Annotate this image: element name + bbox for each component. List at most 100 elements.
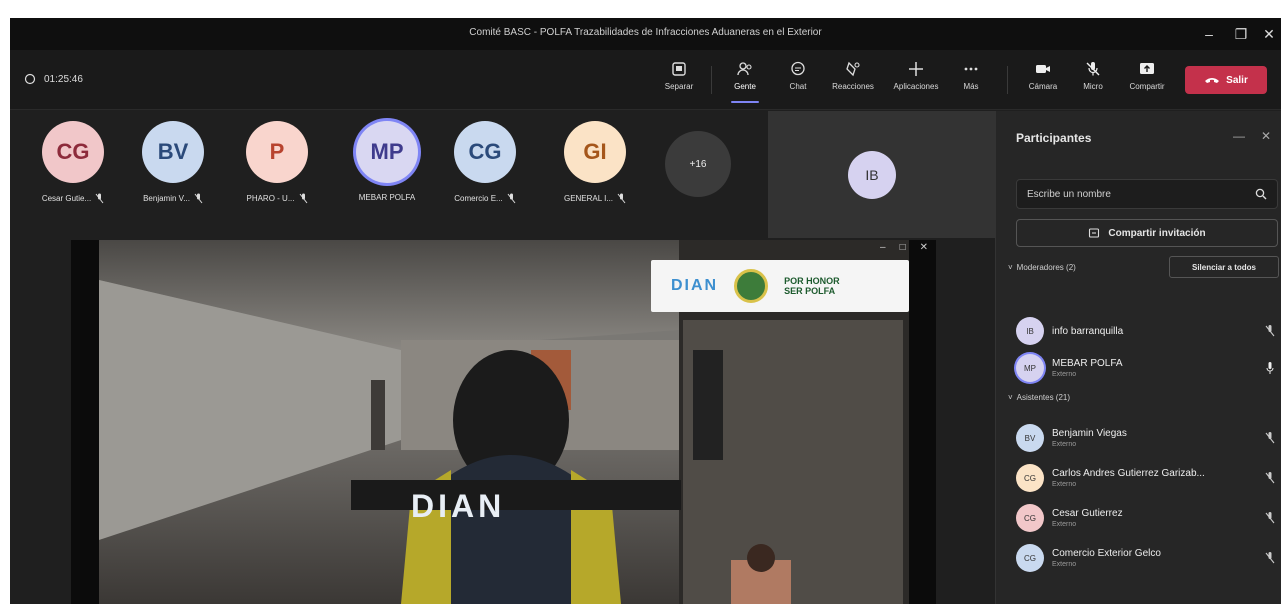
- dian-logo-banner: DIAN POR HONOR SER POLFA: [651, 260, 909, 312]
- meeting-toolbar: 01:25:46 Separar Gente Chat Reacciones A…: [10, 50, 1281, 110]
- avatar: MP: [1016, 354, 1044, 382]
- avatar: P: [246, 121, 308, 183]
- minimize-icon[interactable]: –: [1198, 23, 1220, 45]
- honor-motto: POR HONOR: [784, 276, 840, 286]
- mic-button[interactable]: Micro: [1067, 59, 1119, 103]
- participant-strip: CG Cesar Gutie... BV Benjamin V... P PHA…: [10, 111, 768, 238]
- participants-panel: Participantes — ✕ Escribe un nombre Comp…: [995, 111, 1281, 604]
- avatar: CG: [42, 121, 104, 183]
- close-icon[interactable]: ✕: [1258, 23, 1280, 45]
- leave-button[interactable]: Salir: [1185, 66, 1267, 94]
- participant-name: MEBAR POLFA: [1052, 358, 1123, 369]
- avatar: CG: [454, 121, 516, 183]
- participant-name: info barranquilla: [1052, 325, 1124, 337]
- participant-row[interactable]: CG Carlos Andres Gutierrez Garizab... Ext…: [1016, 463, 1276, 493]
- participant-row[interactable]: IB info barranquilla: [1016, 316, 1276, 346]
- shield-icon: [24, 73, 36, 85]
- avatar: CG: [1016, 544, 1044, 572]
- participant-text: Benjamin Viegas Externo: [1052, 428, 1264, 448]
- participant-name: Comercio Exterior Gelco: [1052, 548, 1161, 559]
- search-input[interactable]: Escribe un nombre: [1016, 179, 1278, 209]
- people-button[interactable]: Gente: [719, 59, 771, 103]
- participant-subtitle: Externo: [1052, 561, 1077, 568]
- dian-logo: DIAN: [671, 277, 719, 294]
- featured-participant-tile[interactable]: IB: [768, 111, 995, 238]
- participant-text: MEBAR POLFA Externo: [1052, 358, 1264, 378]
- participant-subtitle: Externo: [1052, 521, 1077, 528]
- participant-tile[interactable]: BV Benjamin V...: [128, 121, 218, 204]
- search-icon: [1255, 188, 1267, 200]
- video-stage: – □ ✕ DIAN POR HONOR SER POLFA DIAN: [10, 238, 995, 604]
- avatar: CG: [1016, 464, 1044, 492]
- participant-name: Carlos Andres Gutierrez Garizab...: [1052, 468, 1205, 479]
- participant-row[interactable]: BV Benjamin Viegas Externo: [1016, 423, 1276, 453]
- toolbar-divider: [711, 66, 712, 94]
- close-icon[interactable]: ✕: [920, 242, 928, 253]
- chevron-down-icon: ˅: [1008, 393, 1013, 402]
- chat-button[interactable]: Chat: [772, 59, 824, 103]
- mic-label: Micro: [1083, 82, 1103, 91]
- avatar: IB: [848, 151, 896, 199]
- mute-all-button[interactable]: Silenciar a todos: [1169, 256, 1279, 278]
- pip-controls: – □ ✕: [880, 242, 928, 253]
- participant-text: Comercio Exterior Gelco Externo: [1052, 548, 1264, 568]
- mic-off-icon: [1265, 325, 1275, 337]
- honor-text: POR HONOR SER POLFA: [784, 276, 840, 296]
- apps-button[interactable]: Aplicaciones: [890, 59, 942, 103]
- participant-row[interactable]: CG Comercio Exterior Gelco Externo: [1016, 543, 1276, 573]
- participant-text: info barranquilla: [1052, 326, 1264, 337]
- mic-off-icon: [1265, 552, 1275, 564]
- honor-unit: SER POLFA: [784, 286, 836, 296]
- separate-button[interactable]: Separar: [653, 59, 705, 103]
- more-participants-button[interactable]: +16: [665, 131, 731, 197]
- collapse-icon[interactable]: —: [1233, 129, 1245, 143]
- shared-video[interactable]: – □ ✕ DIAN POR HONOR SER POLFA DIAN: [71, 240, 936, 604]
- close-icon[interactable]: ✕: [1261, 129, 1271, 143]
- share-button[interactable]: Compartir: [1121, 59, 1173, 103]
- participant-name-row: Comercio E...: [440, 193, 530, 204]
- avatar: CG: [1016, 504, 1044, 532]
- participant-tile[interactable]: CG Comercio E...: [440, 121, 530, 204]
- participant-tile[interactable]: CG Cesar Gutie...: [28, 121, 118, 204]
- share-invite-button[interactable]: Compartir invitación: [1016, 219, 1278, 247]
- participant-name: Benjamin Viegas: [1052, 428, 1127, 439]
- participant-name-row: PHARO - U...: [232, 193, 322, 204]
- avatar: IB: [1016, 317, 1044, 345]
- ellipsis-icon: [964, 67, 978, 71]
- participant-tile[interactable]: MP MEBAR POLFA: [342, 121, 432, 202]
- camera-icon: [1036, 65, 1050, 73]
- mic-off-icon: [95, 193, 104, 204]
- reactions-button[interactable]: Reacciones: [827, 59, 879, 103]
- more-button[interactable]: Más: [945, 59, 997, 103]
- participant-subtitle: Externo: [1052, 371, 1077, 378]
- participant-name-row: MEBAR POLFA: [342, 193, 432, 202]
- chat-icon: [791, 61, 805, 76]
- mic-off-icon: [1265, 472, 1275, 484]
- participant-subtitle: Externo: [1052, 441, 1077, 448]
- invite-icon: [1089, 228, 1100, 238]
- maximize-icon[interactable]: □: [900, 242, 906, 253]
- moderators-section-header[interactable]: ˅ Moderadores (2): [1008, 263, 1076, 272]
- participant-name: Comercio E...: [454, 194, 503, 203]
- people-icon: [737, 62, 752, 76]
- avatar: GI: [564, 121, 626, 183]
- camera-button[interactable]: Cámara: [1017, 59, 1069, 103]
- plus-icon: [909, 62, 923, 76]
- participant-name: Benjamin V...: [143, 194, 190, 203]
- participant-row[interactable]: MP MEBAR POLFA Externo: [1016, 353, 1276, 383]
- participant-name: Cesar Gutie...: [41, 194, 92, 203]
- participant-tile[interactable]: P PHARO - U...: [232, 121, 322, 204]
- minimize-icon[interactable]: –: [880, 242, 886, 253]
- participant-name-row: Benjamin V...: [128, 193, 218, 204]
- toolbar-divider: [1007, 66, 1008, 94]
- attendees-label: Asistentes (21): [1016, 393, 1071, 402]
- participant-name: Cesar Gutierrez: [1052, 508, 1123, 519]
- restore-icon[interactable]: ❐: [1230, 23, 1252, 45]
- participant-subtitle: Externo: [1052, 481, 1077, 488]
- mic-off-icon: [299, 193, 307, 204]
- attendees-section-header[interactable]: ˅ Asistentes (21): [1008, 393, 1070, 402]
- mic-off-icon: [617, 193, 626, 204]
- participant-row[interactable]: CG Cesar Gutierrez Externo: [1016, 503, 1276, 533]
- participant-tile[interactable]: GI GENERAL I...: [550, 121, 640, 204]
- teams-meeting-window: Comité BASC - POLFA Trazabilidades de In…: [10, 18, 1281, 604]
